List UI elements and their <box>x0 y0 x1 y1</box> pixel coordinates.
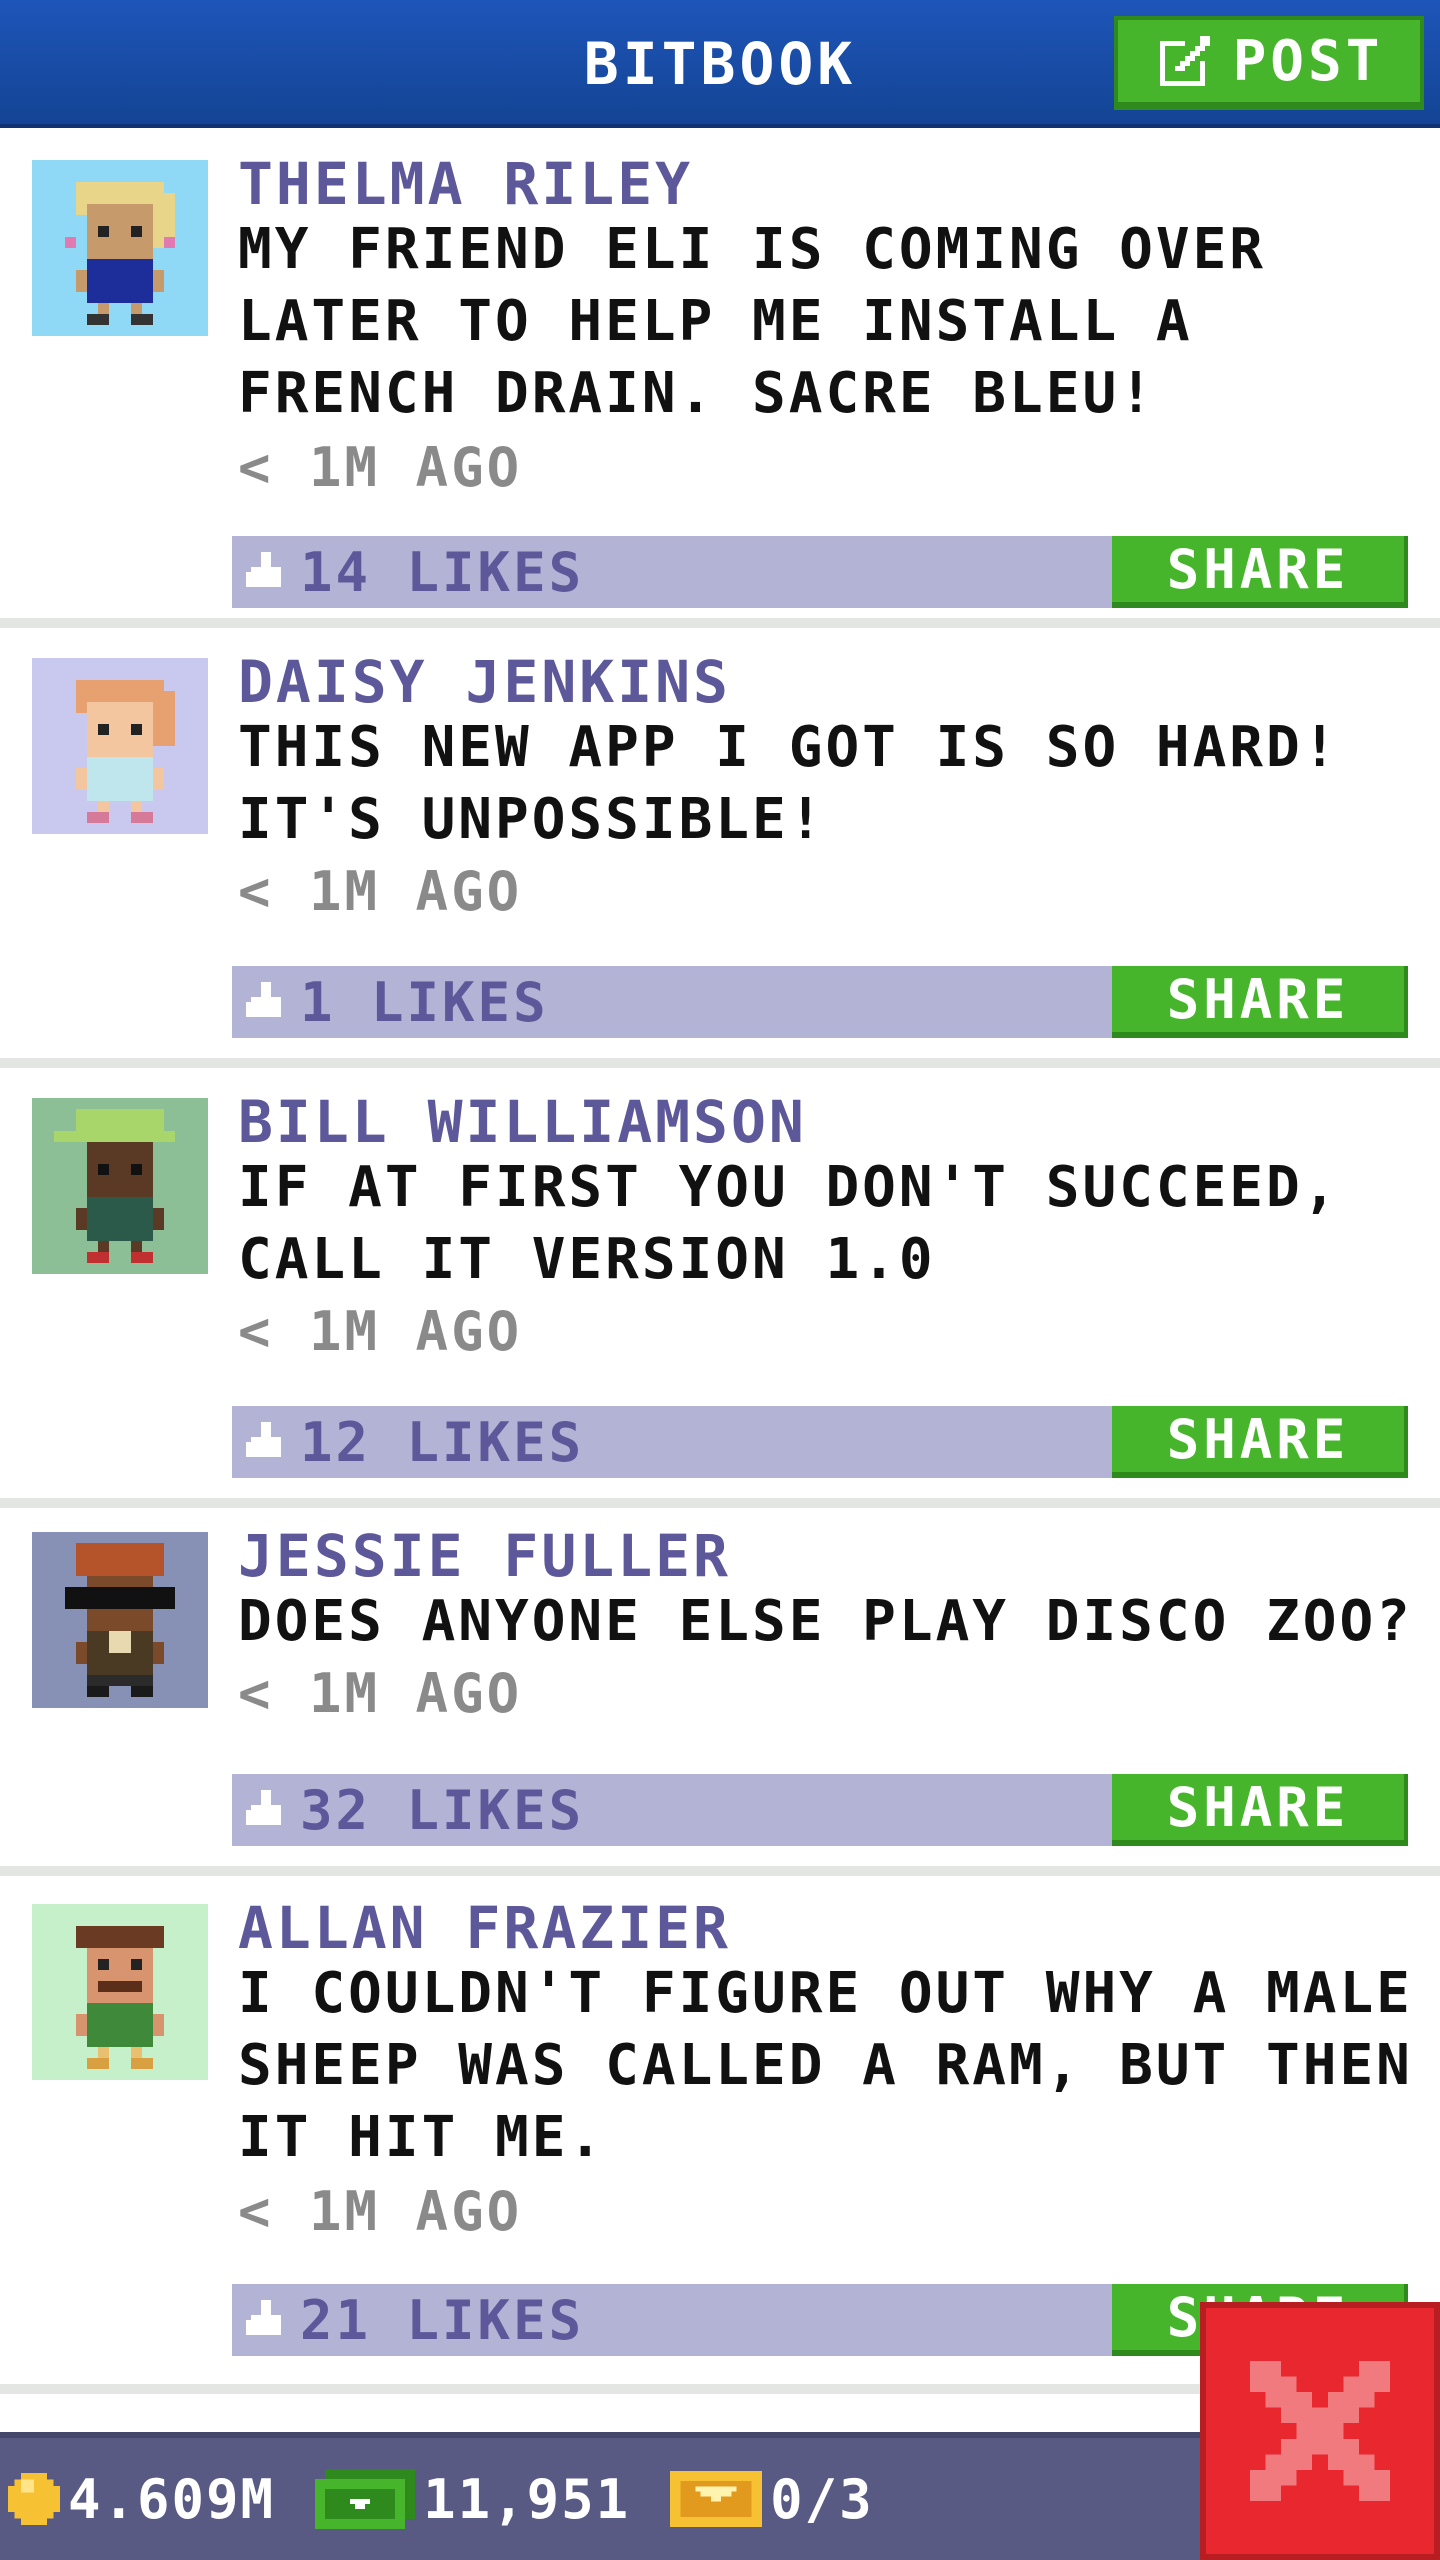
post-divider <box>0 1058 1440 1068</box>
feed-post: THELMA RILEY MY FRIEND ELI IS COMING OVE… <box>0 132 1440 628</box>
avatar <box>32 160 208 336</box>
likes-count: 32 LIKES <box>300 1778 585 1842</box>
feed[interactable]: THELMA RILEY MY FRIEND ELI IS COMING OVE… <box>0 132 1440 2394</box>
coins-value: 4.609M <box>68 2467 276 2531</box>
post-author: DAISY JENKINS <box>238 648 731 716</box>
post-time: < 1M AGO <box>238 860 523 923</box>
thumbs-up-icon <box>246 1790 281 1825</box>
post-content: DOES ANYONE ELSE PLAY DISCO ZOO? <box>238 1589 1413 1654</box>
avatar <box>32 1904 208 2080</box>
avatar <box>32 1098 208 1274</box>
post-button-label: POST <box>1232 28 1384 94</box>
avatar <box>32 658 208 834</box>
likes-count: 21 LIKES <box>300 2288 585 2352</box>
likes-bar: 12 LIKES SHARE <box>232 1406 1408 1478</box>
likes-count: 1 LIKES <box>300 970 549 1034</box>
avatar-thelma-riley <box>32 160 208 336</box>
share-button[interactable]: SHARE <box>1112 1406 1408 1478</box>
post-divider <box>0 618 1440 628</box>
feed-post: JESSIE FULLER DOES ANYONE ELSE PLAY DISC… <box>0 1508 1440 1876</box>
avatar-allan-frazier <box>32 1904 208 2080</box>
thumbs-up-icon <box>246 1422 281 1457</box>
post-edit-icon <box>1159 36 1210 86</box>
avatar-bill-williamson <box>32 1098 208 1274</box>
post-content: IF AT FIRST YOU DON'T SUCCEED, CALL IT V… <box>238 1155 1340 1292</box>
close-button[interactable] <box>1200 2302 1440 2560</box>
post-content: I COULDN'T FIGURE OUT WHY A MALE SHEEP W… <box>238 1961 1413 2170</box>
post-author: JESSIE FULLER <box>238 1522 731 1590</box>
ticket-icon <box>670 2471 762 2527</box>
thumbs-up-icon <box>246 982 281 1017</box>
tickets-display: 0/3 <box>670 2468 874 2531</box>
post-time: < 1M AGO <box>238 2180 523 2243</box>
thumbs-up-icon <box>246 552 281 587</box>
post-author: ALLAN FRAZIER <box>238 1894 731 1962</box>
avatar <box>32 1532 208 1708</box>
post-author: BILL WILLIAMSON <box>238 1088 807 1156</box>
post-author: THELMA RILEY <box>238 150 694 218</box>
post-time: < 1M AGO <box>238 436 523 499</box>
avatar-daisy-jenkins <box>32 658 208 834</box>
likes-count: 14 LIKES <box>300 540 585 604</box>
likes-bar: 1 LIKES SHARE <box>232 966 1408 1038</box>
app-header: BITBOOK POST <box>0 0 1440 128</box>
coin-icon <box>8 2473 60 2525</box>
thumbs-up-icon <box>246 2300 281 2335</box>
bux-value: 11,951 <box>423 2467 631 2531</box>
share-button[interactable]: SHARE <box>1112 536 1408 608</box>
feed-post: DAISY JENKINS THIS NEW APP I GOT IS SO H… <box>0 628 1440 1068</box>
likes-bar: 32 LIKES SHARE <box>232 1774 1408 1846</box>
tickets-value: 0/3 <box>770 2467 874 2531</box>
post-time: < 1M AGO <box>238 1300 523 1363</box>
bux-display: 11,951 <box>315 2468 630 2531</box>
post-divider <box>0 1498 1440 1508</box>
close-icon <box>1250 2361 1390 2501</box>
cash-icon <box>315 2469 416 2529</box>
post-divider <box>0 1866 1440 1876</box>
avatar-jessie-fuller <box>32 1532 208 1708</box>
post-button[interactable]: POST <box>1114 16 1424 110</box>
post-content: THIS NEW APP I GOT IS SO HARD! IT'S UNPO… <box>238 715 1340 852</box>
likes-bar: 14 LIKES SHARE <box>232 536 1408 608</box>
post-content: MY FRIEND ELI IS COMING OVER LATER TO HE… <box>238 217 1267 426</box>
share-button[interactable]: SHARE <box>1112 966 1408 1038</box>
share-button[interactable]: SHARE <box>1112 1774 1408 1846</box>
likes-count: 12 LIKES <box>300 1410 585 1474</box>
feed-post: BILL WILLIAMSON IF AT FIRST YOU DON'T SU… <box>0 1068 1440 1508</box>
coins-display: 4.609M <box>8 2468 275 2531</box>
post-time: < 1M AGO <box>238 1662 523 1725</box>
